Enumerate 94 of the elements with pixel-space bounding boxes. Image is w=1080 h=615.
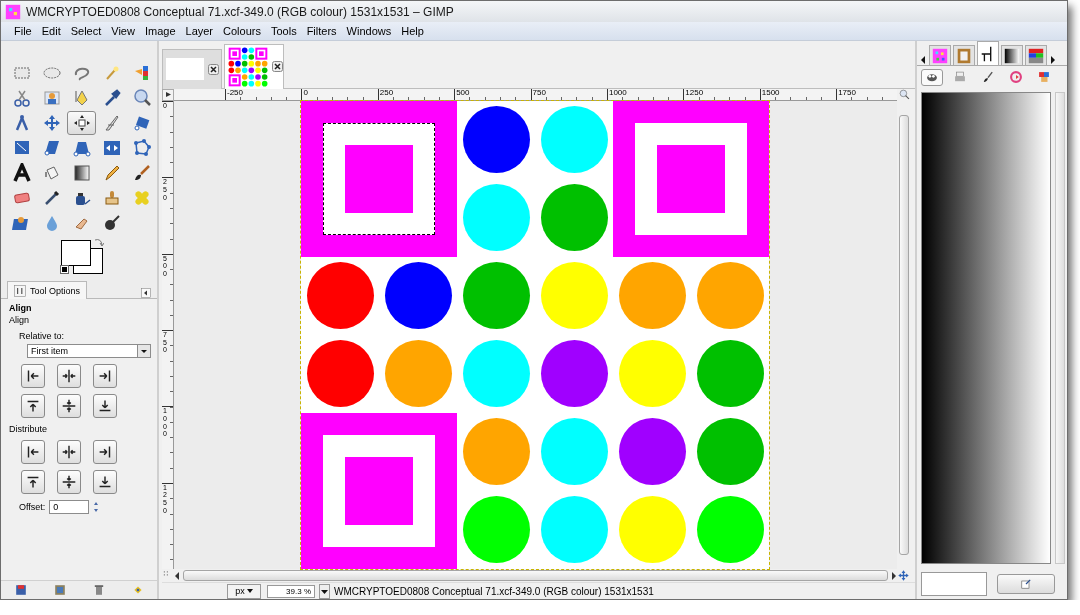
- menu-item[interactable]: File: [9, 25, 37, 37]
- dock-button[interactable]: [921, 68, 943, 86]
- zoom-field[interactable]: 39.3 %: [267, 584, 315, 598]
- palette-grid-icon: [1027, 46, 1045, 65]
- cage-nodes-icon: [131, 138, 152, 158]
- distribute-button[interactable]: [21, 440, 45, 464]
- options-title: Align: [9, 303, 33, 313]
- offset-label: Offset:: [19, 502, 46, 512]
- tool-options-tab[interactable]: Tool Options: [7, 281, 88, 299]
- scroll-left-icon[interactable]: [174, 571, 180, 580]
- ruler-label: 0: [301, 88, 378, 100]
- horizontal-scrollbar[interactable]: [174, 569, 897, 582]
- save-icon[interactable]: [14, 584, 27, 596]
- align-button[interactable]: [93, 364, 117, 388]
- close-icon[interactable]: [208, 63, 219, 75]
- delete-icon[interactable]: [92, 584, 105, 596]
- window-title: WMCRYPTOED0808 Conceptual 71.xcf-349.0 (RGB colour) 1531x1531 – GIMP: [26, 4, 454, 19]
- dock-tab[interactable]: [1001, 45, 1023, 65]
- brush-icon: [981, 70, 995, 84]
- preview-box: [921, 572, 987, 596]
- ruler-label: 1250: [683, 88, 760, 100]
- colour-squares-icon: [1037, 70, 1051, 84]
- swap-icon[interactable]: [94, 237, 104, 247]
- distribute-button[interactable]: [93, 440, 117, 464]
- group-label: Align: [9, 315, 30, 325]
- menu-item[interactable]: Windows: [341, 25, 397, 37]
- distribute-button[interactable]: [21, 470, 45, 494]
- align-button[interactable]: [57, 364, 81, 388]
- menu-item[interactable]: Tools: [265, 25, 302, 37]
- align-button[interactable]: [57, 394, 81, 418]
- figure-icon: [41, 88, 62, 108]
- tool-button[interactable]: [67, 111, 96, 135]
- image-tab[interactable]: [224, 43, 284, 89]
- align-center-icon: [60, 443, 78, 461]
- align-middle-icon: [60, 397, 78, 415]
- ruler-label: 1000: [606, 88, 684, 100]
- align-center-icon: [60, 367, 78, 385]
- relative-to-dropdown[interactable]: First item: [27, 344, 151, 358]
- dropdown-arrow-icon: [246, 589, 253, 594]
- move-arrows-icon[interactable]: [897, 569, 910, 583]
- colour-swatches[interactable]: [61, 240, 102, 273]
- scissors-icon: [11, 88, 32, 108]
- edit-button[interactable]: [997, 574, 1055, 594]
- spin-arrows-icon[interactable]: [93, 500, 100, 514]
- pattern-grid-icon: [931, 46, 949, 65]
- letter-icon: [11, 163, 32, 183]
- ruler-label: 750: [530, 88, 607, 100]
- distribute-button[interactable]: [57, 470, 81, 494]
- relative-to-label: Relative to:: [18, 331, 66, 341]
- align-button[interactable]: [93, 394, 117, 418]
- vertical-scrollbar[interactable]: [1055, 92, 1065, 564]
- gradient-icon: [1003, 46, 1021, 65]
- menu-item[interactable]: Colours: [218, 25, 266, 37]
- menu-item[interactable]: Help: [396, 25, 429, 37]
- distribute-button[interactable]: [57, 440, 81, 464]
- app-icon: [5, 3, 21, 20]
- offset-field[interactable]: 0: [49, 500, 90, 514]
- ruler-label: 1500: [759, 88, 837, 100]
- restore-icon[interactable]: [53, 584, 66, 596]
- ruler-label: -250: [225, 88, 302, 100]
- colour-wheel-icon: [1009, 70, 1023, 84]
- zoom-icon[interactable]: [898, 89, 910, 101]
- menu-item[interactable]: View: [106, 25, 140, 37]
- blank-thumbnail: [166, 58, 204, 81]
- close-icon[interactable]: [272, 61, 283, 73]
- align-button[interactable]: [21, 364, 45, 388]
- status-text: WMCRYPTOED0808 Conceptual 71.xcf-349.0 (RGB colour) 1531x1531: [334, 585, 654, 597]
- flip-arrows-icon: [101, 138, 122, 158]
- shear-square-icon: [41, 138, 62, 158]
- tabs-left-icon[interactable]: [919, 55, 927, 65]
- menu-item[interactable]: Edit: [36, 25, 66, 37]
- tab-menu-icon[interactable]: [141, 288, 151, 298]
- menu-item[interactable]: Select: [65, 25, 107, 37]
- clipboard-icon: [955, 46, 973, 65]
- menu-item[interactable]: Layer: [180, 25, 219, 37]
- menu-item[interactable]: Image: [139, 25, 181, 37]
- gradient-square-icon: [71, 163, 92, 183]
- default-colours-icon[interactable]: [61, 266, 68, 273]
- unit-dropdown[interactable]: px: [227, 583, 261, 599]
- align-button[interactable]: [21, 394, 45, 418]
- magnifier-icon: [131, 88, 152, 108]
- printer-icon: [953, 70, 967, 84]
- ruler-label: 250: [377, 88, 455, 100]
- image-thumbnail: [228, 46, 268, 87]
- tool-options-icon: [14, 284, 26, 297]
- ruler-label: 500: [454, 88, 531, 100]
- zoom-dropdown-icon[interactable]: [319, 583, 330, 599]
- menu-item[interactable]: Filters: [301, 25, 342, 37]
- distribute-label: Distribute: [9, 424, 48, 434]
- align-middle-icon: [60, 473, 78, 491]
- edit-icon: [1020, 578, 1032, 590]
- distribute-button[interactable]: [93, 470, 117, 494]
- dock-tab[interactable]: [977, 41, 999, 65]
- tabs-right-icon[interactable]: [1049, 55, 1057, 65]
